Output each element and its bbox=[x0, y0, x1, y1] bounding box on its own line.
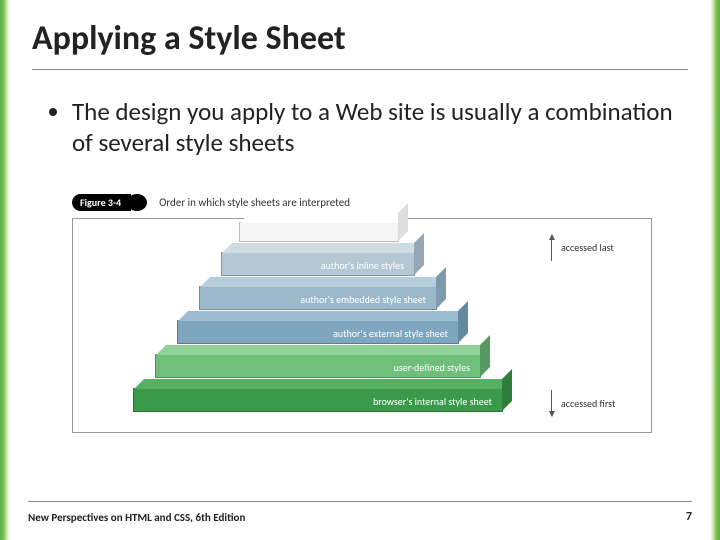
style-stack: browser's internal style sheet user-defi… bbox=[133, 233, 503, 423]
layer-author-inline: author's inline styles bbox=[221, 252, 415, 276]
figure-label: Figure 3-4 bbox=[72, 194, 131, 211]
footer-text: New Perspectives on HTML and CSS, 6th Ed… bbox=[28, 511, 245, 524]
layer-label: author's embedded style sheet bbox=[200, 287, 436, 306]
decoration-right bbox=[710, 0, 720, 540]
arrow-up-icon bbox=[551, 235, 552, 261]
slide-title: Applying a Style Sheet bbox=[32, 18, 688, 70]
layer-label: author's inline styles bbox=[222, 253, 414, 272]
layer-label: browser's internal style sheet bbox=[134, 389, 502, 408]
accessed-last-label: accessed last bbox=[561, 241, 614, 254]
layer-author-external: author's external style sheet bbox=[177, 320, 459, 344]
layer-label: user-defined styles bbox=[156, 355, 480, 374]
layer-label: author's external style sheet bbox=[178, 321, 458, 340]
footer-divider bbox=[28, 501, 692, 502]
access-order: accessed last accessed first bbox=[543, 231, 633, 420]
slide: Applying a Style Sheet The design you ap… bbox=[0, 0, 720, 540]
figure-caption: Order in which style sheets are interpre… bbox=[159, 196, 350, 209]
page-number: 7 bbox=[686, 510, 692, 524]
figure-header: Figure 3-4 Order in which style sheets a… bbox=[72, 192, 652, 212]
layer-user-defined: user-defined styles bbox=[155, 354, 481, 378]
bullet-item: The design you apply to a Web site is us… bbox=[72, 96, 680, 159]
decoration-left bbox=[0, 0, 10, 540]
layer-browser-internal: browser's internal style sheet bbox=[133, 388, 503, 412]
layer-author-embedded: author's embedded style sheet bbox=[199, 286, 437, 310]
body-text: The design you apply to a Web site is us… bbox=[48, 96, 680, 159]
figure-box: browser's internal style sheet user-defi… bbox=[72, 218, 652, 433]
arrow-down-icon bbox=[551, 390, 552, 416]
accessed-first-label: accessed first bbox=[561, 397, 615, 410]
figure: Figure 3-4 Order in which style sheets a… bbox=[72, 192, 652, 433]
layer-top-blank bbox=[239, 222, 399, 242]
